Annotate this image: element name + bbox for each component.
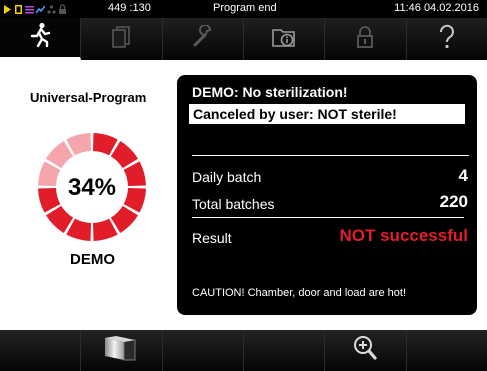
tab-bar [0, 18, 487, 60]
divider [192, 155, 469, 156]
status-code: 449 :130 [108, 2, 151, 14]
padlock-icon [355, 25, 375, 54]
total-batches-value: 220 [439, 192, 468, 211]
status-bar: 449 :130 Program end 11:46 04.02.2016 [0, 0, 487, 18]
progress-segment [46, 205, 74, 233]
chart-icon [35, 4, 46, 15]
result-panel: DEMO: No sterilization! Canceled by user… [177, 75, 477, 315]
mode-label: DEMO [70, 251, 115, 268]
bottom-button-1[interactable] [0, 330, 82, 371]
progress-ring: 34% [36, 131, 148, 243]
progress-segment [110, 205, 138, 233]
status-title: Program end [213, 2, 277, 14]
door-icon [14, 4, 23, 15]
status-datetime: 11:46 04.02.2016 [394, 2, 479, 14]
main-content: Universal-Program 34% DEMO DEMO: No ster… [0, 60, 487, 330]
bottom-button-3[interactable] [162, 330, 244, 371]
network-icon [47, 4, 56, 15]
tab-settings[interactable] [162, 18, 244, 60]
caution-text: CAUTION! Chamber, door and load are hot! [192, 287, 406, 299]
menu-icon [25, 4, 34, 15]
progress-segment [46, 141, 74, 169]
daily-batch-label: Daily batch [192, 169, 262, 185]
door-open-icon [102, 334, 140, 367]
running-person-icon [29, 22, 51, 53]
zoom-in-icon [352, 334, 378, 367]
result-value: NOT successful [339, 226, 469, 245]
result-label: Result [192, 230, 232, 246]
play-icon [3, 4, 12, 15]
tab-program[interactable] [0, 18, 82, 60]
tab-login[interactable] [325, 18, 407, 60]
lock-icon [58, 3, 67, 15]
info-card-icon [270, 25, 298, 54]
status-icons [3, 3, 67, 15]
document-icon [110, 25, 132, 54]
progress-percent: 34% [68, 174, 116, 201]
divider [192, 217, 464, 218]
bottom-button-6[interactable] [406, 330, 487, 371]
tab-protocols[interactable] [81, 18, 163, 60]
door-open-button[interactable] [81, 330, 163, 371]
bottom-button-4[interactable] [243, 330, 326, 371]
zoom-in-button[interactable] [325, 330, 407, 371]
progress-ring-graphic: 34% [38, 133, 146, 241]
tab-help[interactable] [406, 18, 487, 60]
tab-info[interactable] [243, 18, 326, 60]
bottom-bar [0, 330, 487, 371]
progress-segment [110, 141, 138, 169]
daily-batch-value: 4 [458, 166, 468, 185]
help-icon [437, 24, 457, 55]
panel-heading: DEMO: No sterilization! [192, 84, 348, 100]
program-title: Universal-Program [30, 90, 147, 105]
cancel-banner: Canceled by user: NOT sterile! [189, 104, 465, 124]
wrench-icon [191, 23, 215, 54]
total-batches-label: Total batches [192, 196, 275, 212]
